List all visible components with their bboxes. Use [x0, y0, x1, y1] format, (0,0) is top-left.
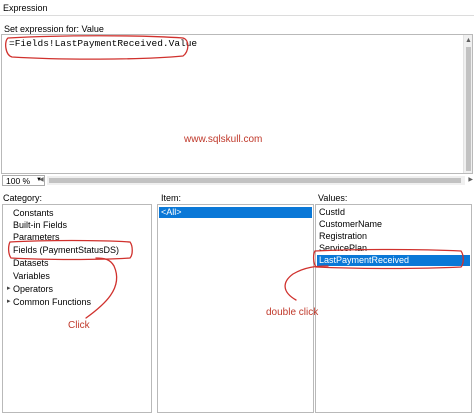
tree-item-label: Common Functions: [13, 297, 92, 307]
list-item-label: Registration: [319, 231, 368, 241]
list-item-label: <All>: [161, 207, 182, 217]
category-tree[interactable]: Constants Built-in Fields Parameters Fie…: [2, 204, 152, 413]
window-title: Expression: [3, 3, 48, 13]
tree-item-label: Fields (PaymentStatusDS): [13, 245, 120, 255]
expression-code[interactable]: =Fields!LastPaymentReceived.Value: [9, 38, 197, 49]
list-item-label: CustId: [319, 207, 346, 217]
title-bar: Expression: [0, 0, 474, 16]
annotation-click: Click: [68, 320, 90, 331]
tree-item-label: Operators: [13, 284, 54, 294]
list-item-customername[interactable]: CustomerName: [317, 219, 470, 230]
tree-item-label: Parameters: [13, 232, 60, 242]
scroll-right-icon[interactable]: ▶: [468, 176, 473, 183]
set-expression-label: Set expression for: Value: [4, 24, 104, 34]
editor-vertical-scrollbar[interactable]: ▲: [463, 35, 472, 173]
values-list[interactable]: CustId CustomerName Registration Service…: [315, 204, 472, 413]
scroll-up-icon[interactable]: ▲: [465, 37, 472, 44]
tree-item-label: Constants: [13, 208, 54, 218]
annotation-double-click: double click: [266, 307, 319, 318]
zoom-value: 100 %: [6, 176, 31, 186]
list-item-registration[interactable]: Registration: [317, 231, 470, 242]
tree-item-label: Datasets: [13, 258, 49, 268]
expand-arrow-icon[interactable]: ▸: [7, 284, 11, 292]
expand-arrow-icon[interactable]: ▸: [7, 297, 11, 305]
hscrollbar-thumb[interactable]: [49, 178, 461, 183]
category-label: Category:: [3, 193, 43, 203]
list-item-all[interactable]: <All>: [159, 207, 312, 218]
list-item-lastpaymentreceived[interactable]: LastPaymentReceived: [317, 255, 470, 266]
values-label: Values:: [318, 193, 348, 203]
scrollbar-thumb[interactable]: [466, 47, 471, 171]
list-item-label: ServicePlan: [319, 243, 368, 253]
zoom-bar: 100 % ▼ ◀ ▶: [1, 175, 473, 187]
list-item-custid[interactable]: CustId: [317, 207, 470, 218]
tree-item-label: Built-in Fields: [13, 220, 68, 230]
list-item-serviceplan[interactable]: ServicePlan: [317, 243, 470, 254]
item-label: Item:: [161, 193, 182, 203]
scroll-left-icon[interactable]: ◀: [39, 176, 44, 183]
editor-horizontal-scrollbar[interactable]: ◀ ▶: [39, 176, 473, 185]
tree-item-label: Variables: [13, 271, 50, 281]
expression-editor[interactable]: =Fields!LastPaymentReceived.Value www.sq…: [1, 34, 473, 174]
list-item-label: LastPaymentReceived: [319, 255, 410, 265]
list-item-label: CustomerName: [319, 219, 383, 229]
watermark-text: www.sqlskull.com: [184, 134, 263, 145]
